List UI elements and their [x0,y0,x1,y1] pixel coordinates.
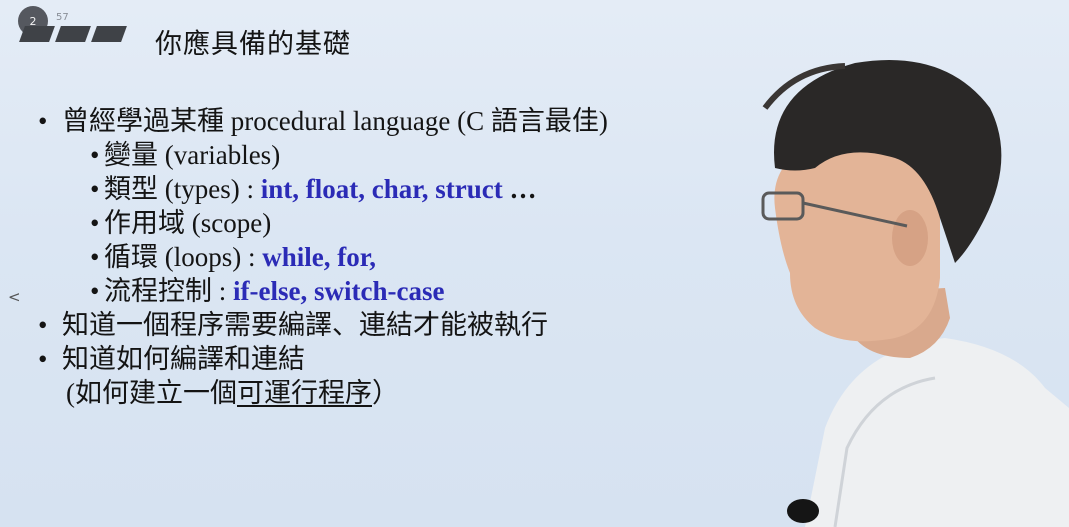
underlined-text: 可運行程序 [237,378,372,408]
keyword-text: int, float, char, struct [260,174,503,204]
bullet-marker: • [38,310,48,340]
bullet-text: 類型 (types) : [104,174,261,204]
sub-bullet-item: • 作用域 (scope) [38,206,608,240]
bullet-text: 循環 (loops) : [104,242,263,272]
bullet-text: 變量 (variables) [104,140,281,170]
header-decoration-bars [19,26,127,42]
slide-title: 你應具備的基礎 [155,29,351,59]
bullet-marker: • [90,174,100,204]
bullet-item: • 知道如何編譯和連結 [38,342,608,376]
bullet-continuation: (如何建立一個可運行程序） [38,376,608,410]
sub-bullet-item: • 流程控制 : if-else, switch-case [38,274,608,308]
sub-bullet-item: • 變量 (variables) [38,138,608,172]
continuation-text: (如何建立一個 [66,378,237,408]
bullet-item: • 曾經學過某種 procedural language (C 語言最佳) [38,104,608,138]
bullet-marker: • [38,106,48,136]
page-total: 57 [56,12,69,23]
bullet-marker: • [90,242,100,272]
bullet-marker: • [38,344,48,374]
bullet-text: 知道一個程序需要編譯、連結才能被執行 [62,310,548,340]
bullet-list: • 曾經學過某種 procedural language (C 語言最佳) • 變量… [38,104,608,410]
bullet-text: 知道如何編譯和連結 [62,344,305,374]
continuation-close: ） [372,378,399,408]
bullet-text: 曾經學過某種 procedural language (C 語言最佳) [62,106,608,136]
bullet-marker: • [90,208,100,238]
bullet-text: 作用域 (scope) [104,208,272,238]
presenter-shirt [805,338,1069,527]
bullet-item: • 知道一個程序需要編譯、連結才能被執行 [38,308,608,342]
presenter-video [761,60,1069,527]
bullet-suffix: … [502,174,537,204]
sub-bullet-item: • 類型 (types) : int, float, char, struct … [38,172,608,206]
keyword-text: while, for, [262,242,376,272]
bullet-marker: • [90,276,100,306]
sub-bullet-item: • 循環 (loops) : while, for, [38,240,608,274]
keyword-text: if-else, switch-case [233,276,445,306]
bullet-text: 流程控制 : [104,276,234,306]
bullet-marker: • [90,140,100,170]
prev-slide-button[interactable]: < [8,288,22,308]
